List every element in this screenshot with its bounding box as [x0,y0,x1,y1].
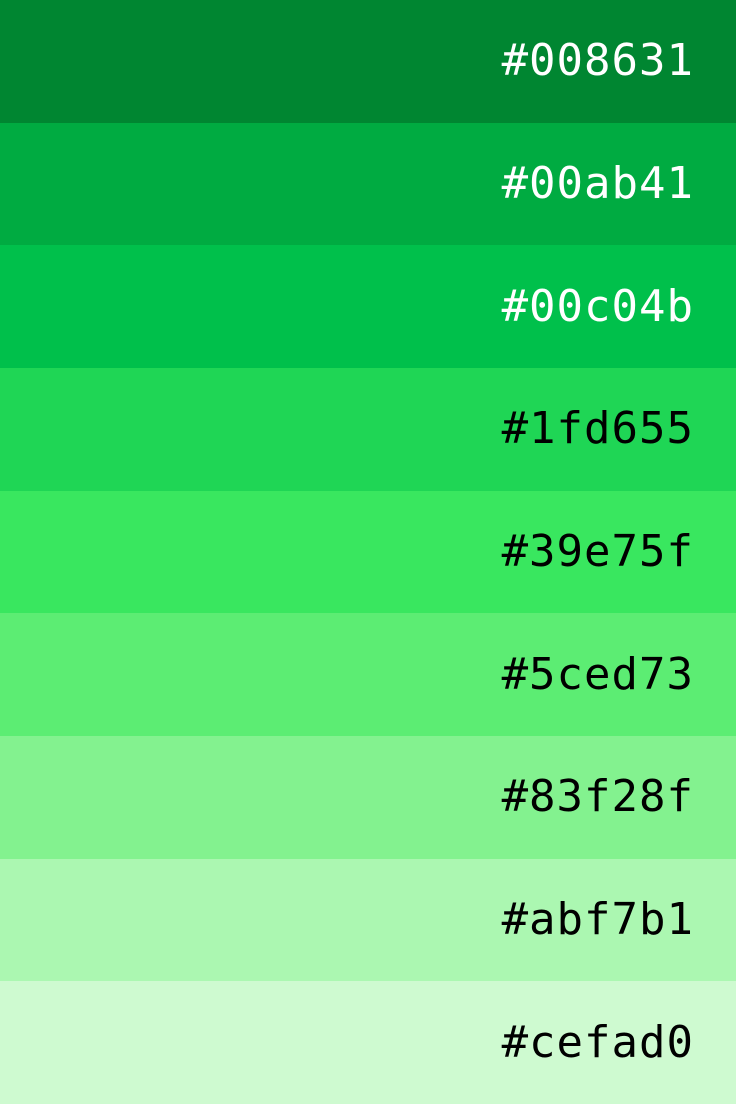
hex-code-label: #00ab41 [501,158,694,209]
color-swatch: #39e75f [0,490,736,614]
hex-code-label: #5ced73 [501,648,694,700]
hex-code-label: #abf7b1 [501,894,694,946]
hex-code-label: #1fd655 [501,403,694,455]
hex-code-label: #39e75f [501,526,694,578]
color-palette: #008631 #00ab41 #00c04b #1fd655 #39e75f … [0,0,736,1104]
color-swatch: #008631 [0,0,736,123]
color-swatch: #00ab41 [0,122,736,246]
color-swatch: #abf7b1 [0,858,736,982]
hex-code-label: #008631 [501,35,694,87]
color-swatch: #83f28f [0,736,736,859]
color-swatch: #5ced73 [0,613,736,737]
hex-code-label: #83f28f [501,771,694,823]
color-swatch: #1fd655 [0,368,736,491]
hex-code-label: #cefad0 [501,1016,694,1068]
hex-code-label: #00c04b [501,280,694,332]
color-swatch: #00c04b [0,245,736,369]
color-swatch: #cefad0 [0,981,736,1104]
